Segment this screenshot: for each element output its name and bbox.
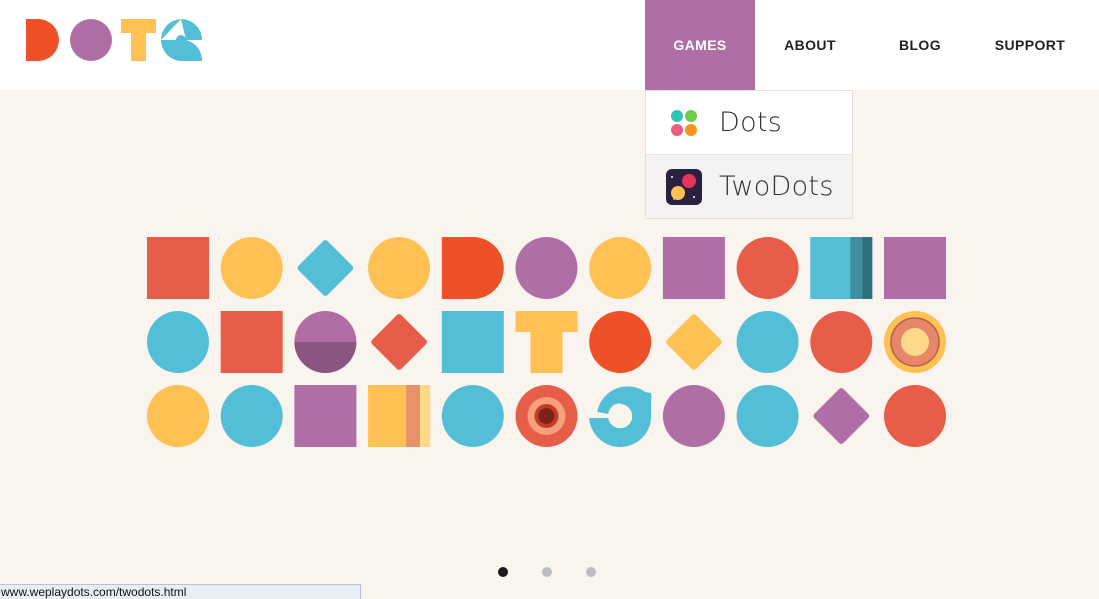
purple-diamond-shape	[813, 388, 870, 444]
blue-circle-shape	[736, 385, 799, 447]
nav-blog[interactable]: BLOG	[865, 0, 975, 90]
blue-circle-shape	[147, 311, 209, 373]
red-diamond-shape	[371, 314, 427, 370]
orange-circle-shape	[589, 311, 652, 373]
purple-square-shape	[884, 237, 946, 299]
red-ring-shape	[515, 385, 578, 447]
blue-diamond-shape	[297, 240, 354, 296]
nav-games[interactable]: GAMES	[645, 0, 755, 90]
page: GAMES ABOUT BLOG SUPPORT Dots TwoDots ww…	[0, 0, 1099, 599]
logo-letter-d	[26, 19, 59, 61]
pager-dot-2[interactable]	[542, 567, 552, 577]
purple-half-circle-shape	[294, 311, 357, 373]
purple-square-shape	[294, 385, 357, 447]
purple-circle-shape	[515, 237, 578, 299]
pager-dot-1[interactable]	[498, 567, 508, 577]
nav-about[interactable]: ABOUT	[755, 0, 865, 90]
red-square-shape	[220, 311, 283, 373]
yellow-circle-shape	[147, 385, 209, 447]
twodots-app-icon	[666, 168, 702, 205]
yellow-ring-shape	[884, 311, 946, 373]
red-circle-shape	[736, 237, 799, 299]
dropdown-item-twodots[interactable]: TwoDots	[646, 155, 852, 218]
carousel-pager	[0, 566, 1099, 578]
yellow-circle-shape	[589, 237, 652, 299]
dropdown-label-twodots: TwoDots	[719, 171, 834, 202]
games-dropdown: Dots TwoDots	[645, 90, 853, 219]
purple-square-shape	[662, 237, 725, 299]
yellow-circle-shape	[220, 237, 283, 299]
blue-circle-shape	[220, 385, 283, 447]
site-header: GAMES ABOUT BLOG SUPPORT	[0, 0, 1099, 90]
yellow-circle-shape	[368, 237, 431, 299]
red-square-shape	[147, 237, 209, 299]
dropdown-item-dots[interactable]: Dots	[646, 91, 852, 155]
blue-circle-shape	[441, 385, 504, 447]
dots-logo[interactable]	[26, 19, 202, 61]
logo-letter-s	[160, 19, 202, 61]
logo-letter-o	[70, 19, 112, 61]
pager-dot-3[interactable]	[586, 567, 596, 577]
dots-app-icon	[671, 109, 697, 136]
red-circle-shape	[810, 311, 873, 373]
blue-s-shape-shape	[589, 386, 652, 448]
status-bar-url: www.weplaydots.com/twodots.html	[0, 584, 361, 599]
shape-grid	[147, 237, 946, 448]
purple-circle-shape	[662, 385, 725, 447]
yellow-diamond-shape	[666, 314, 722, 370]
red-circle-shape	[884, 385, 946, 447]
yellow-t-shape-shape	[515, 311, 578, 373]
nav-support[interactable]: SUPPORT	[975, 0, 1085, 90]
blue-square-shape	[441, 311, 504, 373]
blue-circle-shape	[736, 311, 799, 373]
blue-book-shape	[810, 237, 873, 299]
orange-d-shape-shape	[441, 237, 504, 299]
yellow-book-shape	[368, 385, 431, 447]
logo-letter-t	[121, 19, 156, 61]
dropdown-label-dots: Dots	[719, 107, 783, 138]
hero-shapes	[0, 90, 1099, 570]
